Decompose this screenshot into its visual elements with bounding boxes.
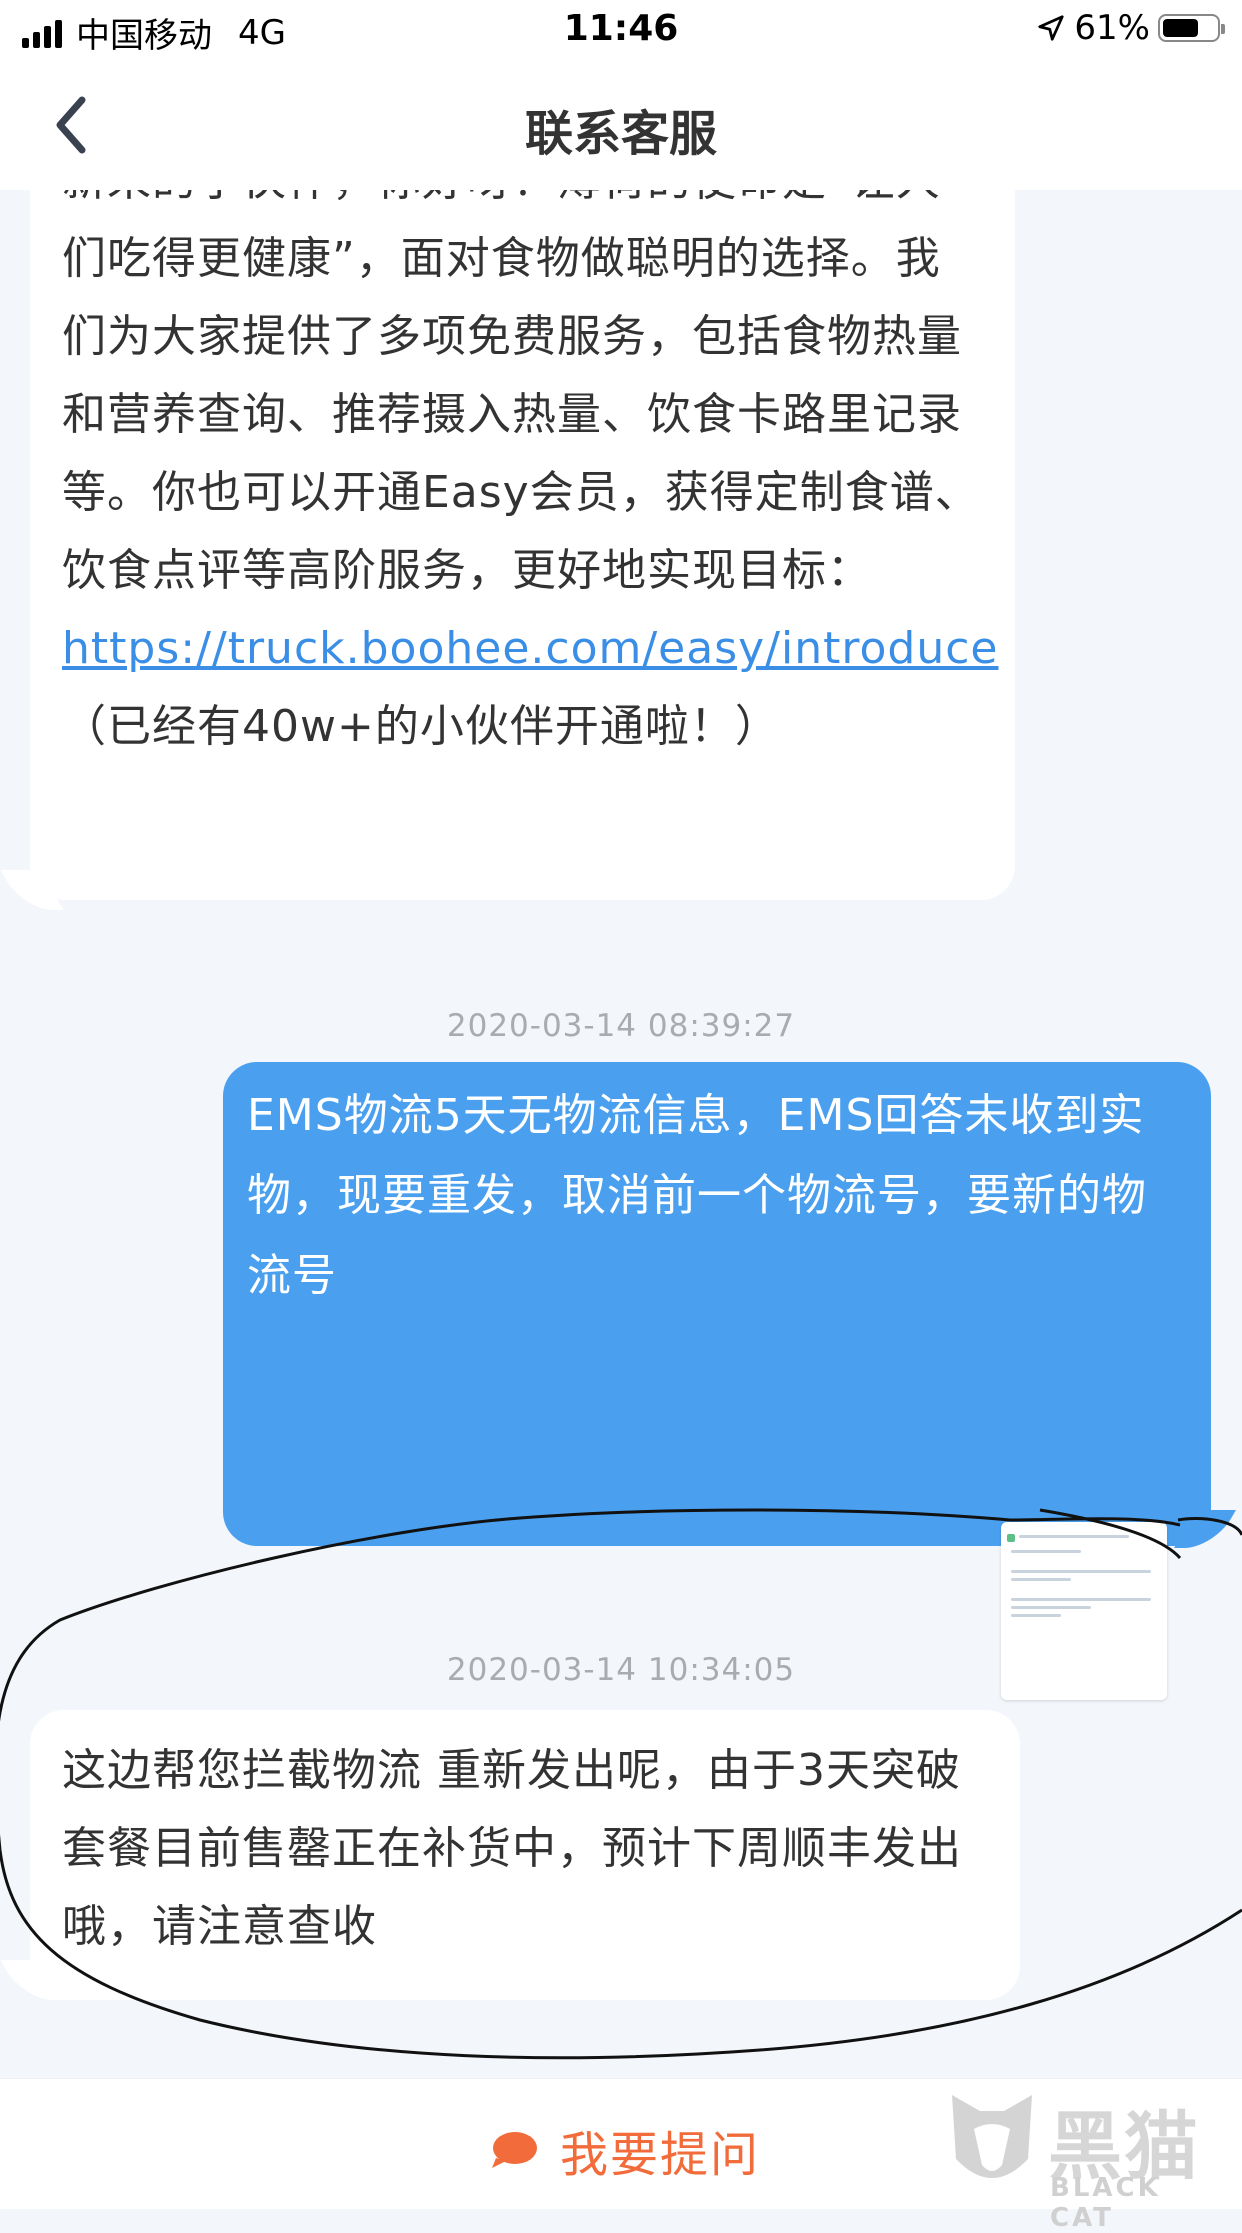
message-text: EMS物流5天无物流信息，EMS回答未收到实物，现要重发，取消前一个物流号，要新… <box>247 1090 1147 1301</box>
agent-message-welcome: 新来的小伙伴，你好呀！薄荷的使命是“让人们吃得更健康”，面对食物做聪明的选择。我… <box>30 190 1015 900</box>
agent-message-reply: 这边帮您拦截物流 重新发出呢，由于3天突破套餐目前售罄正在补货中，预计下周顺丰发… <box>30 1710 1020 2000</box>
message-text: 这边帮您拦截物流 重新发出呢，由于3天突破套餐目前售罄正在补货中，预计下周顺丰发… <box>62 1745 962 1952</box>
chat-bubble-icon <box>492 2132 537 2168</box>
battery-icon <box>1158 14 1225 42</box>
ask-question-button[interactable]: 我要提问 <box>490 2115 760 2185</box>
message-text: 新来的小伙伴，你好呀！薄荷的使命是“让人们吃得更健康”，面对食物做聪明的选择。我… <box>62 190 980 596</box>
black-cat-logo-icon <box>952 2095 1032 2178</box>
nav-bar: 联系客服 <box>0 64 1242 190</box>
black-cat-watermark: 黑猫 BLACK CAT <box>938 2079 1228 2233</box>
ask-question-label: 我要提问 <box>560 2127 761 2183</box>
easy-intro-link[interactable]: https://truck.boohee.com/easy/introduce <box>62 623 999 674</box>
watermark-subtext: BLACK CAT <box>1050 2173 1161 2233</box>
page-title: 联系客服 <box>524 106 717 162</box>
location-arrow-icon <box>1038 15 1065 41</box>
message-timestamp: 2020-03-14 08:39:27 <box>446 1008 796 1044</box>
user-message: EMS物流5天无物流信息，EMS回答未收到实物，现要重发，取消前一个物流号，要新… <box>223 1062 1211 1700</box>
message-timestamp: 2020-03-14 10:34:05 <box>446 1652 796 1688</box>
bottom-bar: 我要提问 黑猫 BLACK CAT <box>0 2078 1242 2233</box>
status-bar: 中国移动 4G 11:46 61% <box>0 0 1242 64</box>
battery-percent: 61% <box>1074 8 1150 48</box>
status-right: 61% <box>1036 8 1225 48</box>
chat-area[interactable]: 新来的小伙伴，你好呀！薄荷的使命是“让人们吃得更健康”，面对食物做聪明的选择。我… <box>0 190 1242 2078</box>
message-text-tail: （已经有40w+的小伙伴开通啦！） <box>62 701 780 752</box>
